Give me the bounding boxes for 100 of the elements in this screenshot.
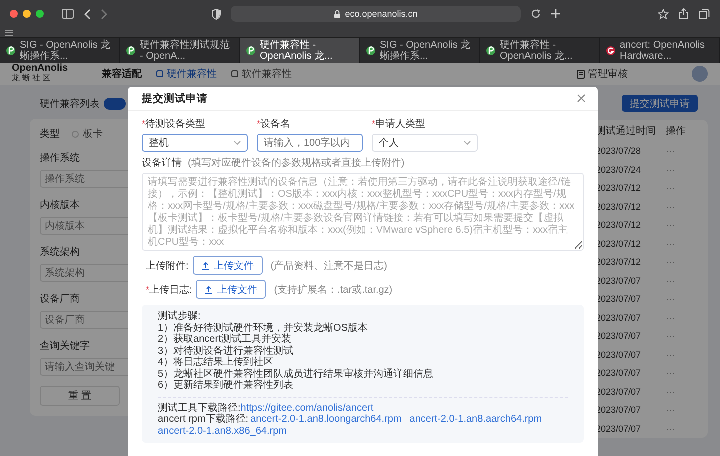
window-minimize-button[interactable]: [23, 10, 31, 18]
more-actions-link[interactable]: ···: [666, 386, 696, 397]
more-actions-link[interactable]: ···: [666, 331, 696, 342]
nav-tab[interactable]: 硬件兼容性: [156, 67, 218, 81]
step-text: 4）将日志结果上传到社区: [158, 357, 275, 368]
table-cell-text: 2023/07/24: [596, 164, 642, 175]
table-cell-text: 2023/07/12: [596, 220, 642, 230]
caret-icon: [234, 141, 241, 145]
table-cell-text: 2023/07/07: [596, 294, 642, 304]
more-actions-link[interactable]: ···: [666, 183, 696, 194]
table-cell-text: 2023/07/07: [596, 386, 642, 397]
window-close-button[interactable]: [10, 10, 18, 18]
details-field[interactable]: 请填写需要进行兼容性测试的设备信息（注意：若使用第三方驱动，请在此备注说明获取途径/链接），示例：【整机测试】：OS版本：xxx内核：xxx整机型号：xxxCPU型号：xxx内存型号/规格：xxx网卡型号/规格/主要参数：xxx磁盘型号/规格/主要参数：xxx存储型号/规格/主要参数：xxx【板卡测试】：板卡型号/规格/主要参数设备官网详情链接：若有可以填写如果需要提交【虚拟机】测试结果：虚拟化平台名称和版本：xxx(例如：VMware vSphere 6.5)宿主机型号：xxx宿主机CPU型号：xxx: [142, 173, 584, 251]
field-hint: (产品资料、注意不是日志): [270, 260, 388, 272]
rpm-link[interactable]: ancert-2.0-1.an8.loongarch64.rpm: [250, 414, 402, 426]
filter-label: 系统架构: [40, 246, 80, 259]
table-cell-text: 2023/07/28: [596, 146, 642, 156]
document-icon: [577, 70, 585, 78]
field-label: *申请人类型: [372, 118, 426, 131]
share-icon[interactable]: [679, 8, 689, 20]
more-actions-link[interactable]: ···: [666, 220, 696, 230]
admin-link[interactable]: 管理审核: [577, 67, 628, 81]
more-actions-link[interactable]: ···: [666, 405, 696, 416]
step-text: 3）对待测设备进行兼容性测试: [158, 346, 295, 356]
step-text: 2）获取ancert测试工具并安装: [158, 334, 292, 346]
nav-tab[interactable]: 软件兼容性: [231, 67, 292, 81]
table-cell-text: 2023/07/12: [596, 183, 642, 194]
reset-button[interactable]: 重 置: [40, 386, 120, 406]
download-label: ancert rpm下载路径:: [158, 414, 249, 426]
field-label: 设备详情: [142, 158, 182, 170]
more-actions-link[interactable]: ···: [666, 146, 696, 156]
dropdown[interactable]: 个人: [372, 134, 478, 152]
logo-subtitle: 龙 蜥 社 区: [12, 75, 52, 83]
upload-button[interactable]: 上传文件: [196, 280, 266, 299]
chip-icon: [231, 70, 240, 78]
leaf-logo-icon: [126, 46, 136, 56]
address-bar[interactable]: eco.openanolis.cn: [231, 6, 521, 22]
more-actions-link[interactable]: ···: [666, 312, 696, 323]
filter-label: 内核版本: [40, 198, 80, 212]
table-cell-text: 2023/07/12: [596, 202, 642, 212]
table-cell-text: 2023/07/07: [596, 331, 642, 342]
more-actions-link[interactable]: ···: [666, 202, 696, 212]
submit-test-button[interactable]: 提交测试申请: [622, 95, 698, 112]
section-title: 兼容适配: [102, 67, 142, 81]
table-cell-text: 2023/07/07: [596, 405, 642, 416]
forward-icon[interactable]: [101, 8, 108, 20]
more-actions-link[interactable]: ···: [666, 294, 696, 304]
table-cell-text: 2023/07/07: [596, 350, 642, 360]
tabs-overview-icon[interactable]: [699, 8, 710, 20]
type-radio[interactable]: 板卡: [72, 127, 103, 141]
close-icon[interactable]: [577, 94, 586, 103]
table-cell-text: 2023/07/12: [596, 257, 642, 268]
chip-icon: [156, 70, 164, 78]
back-icon[interactable]: [84, 8, 91, 20]
new-tab-icon[interactable]: [551, 9, 561, 19]
lock-icon: [334, 10, 342, 18]
leaf-logo-icon: [6, 46, 16, 56]
circle-logo-icon: [606, 46, 616, 56]
radio-circle[interactable]: [72, 130, 79, 138]
step-text: 5）龙蜥社区硬件兼容性团队成员进行结果审核并沟通详细信息: [158, 368, 435, 380]
rpm-link[interactable]: ancert-2.0-1.an8.aarch64.rpm: [410, 414, 542, 426]
filter-label: 查询关键字: [40, 340, 90, 353]
download-label: 测试工具下载路径:: [158, 402, 241, 414]
leaf-logo-icon: [366, 46, 376, 56]
logo-text[interactable]: OpenAnolis: [12, 64, 68, 74]
more-actions-link[interactable]: ···: [666, 276, 696, 286]
table-cell-text: 2023/07/12: [596, 238, 642, 249]
step-text: 1）准备好待测试硬件环境，并安装龙蜥OS版本: [158, 322, 370, 334]
reload-icon[interactable]: [531, 9, 541, 19]
shield-icon[interactable]: [212, 8, 221, 20]
field-label: *上传日志:: [146, 284, 192, 296]
list-icon[interactable]: [5, 30, 13, 36]
field-label: *设备名: [257, 118, 291, 131]
more-actions-link[interactable]: ···: [666, 424, 696, 434]
column-header: 操作: [666, 125, 687, 138]
filter-label: 设备厂商: [40, 292, 80, 306]
field-hint: (支持扩展名：.tar或.tar.gz): [274, 284, 393, 296]
leaf-logo-icon: [246, 46, 256, 56]
more-actions-link[interactable]: ···: [666, 164, 696, 175]
dialog-title: 提交测试申请: [142, 92, 208, 106]
filter-pill[interactable]: [104, 98, 126, 110]
upload-button[interactable]: 上传文件: [192, 256, 263, 275]
more-actions-link[interactable]: ···: [666, 368, 696, 378]
list-title: 硬件兼容列表: [40, 98, 100, 111]
download-link[interactable]: https://gitee.com/anolis/ancert: [240, 402, 374, 414]
table-cell-text: 2023/07/07: [596, 276, 642, 286]
window-zoom-button[interactable]: [36, 10, 44, 18]
dropdown[interactable]: 整机: [142, 134, 248, 152]
sidebar-icon[interactable]: [62, 9, 74, 19]
more-actions-link[interactable]: ···: [666, 257, 696, 268]
leaf-logo-icon: [486, 46, 496, 56]
more-actions-link[interactable]: ···: [666, 238, 696, 249]
device-name-field[interactable]: 请输入，100字以内: [257, 134, 363, 152]
more-actions-link[interactable]: ···: [666, 350, 696, 360]
rpm-link[interactable]: ancert-2.0-1.an8.x86_64.rpm: [158, 426, 287, 437]
filter-label: 操作系统: [40, 152, 80, 165]
browser-tab[interactable]: 硬件兼容性 - OpenAnolis 龙...: [240, 38, 360, 63]
star-icon[interactable]: [658, 8, 669, 20]
table-cell-text: 2023/07/07: [596, 424, 642, 434]
table-cell-text: 2023/07/07: [596, 368, 642, 378]
